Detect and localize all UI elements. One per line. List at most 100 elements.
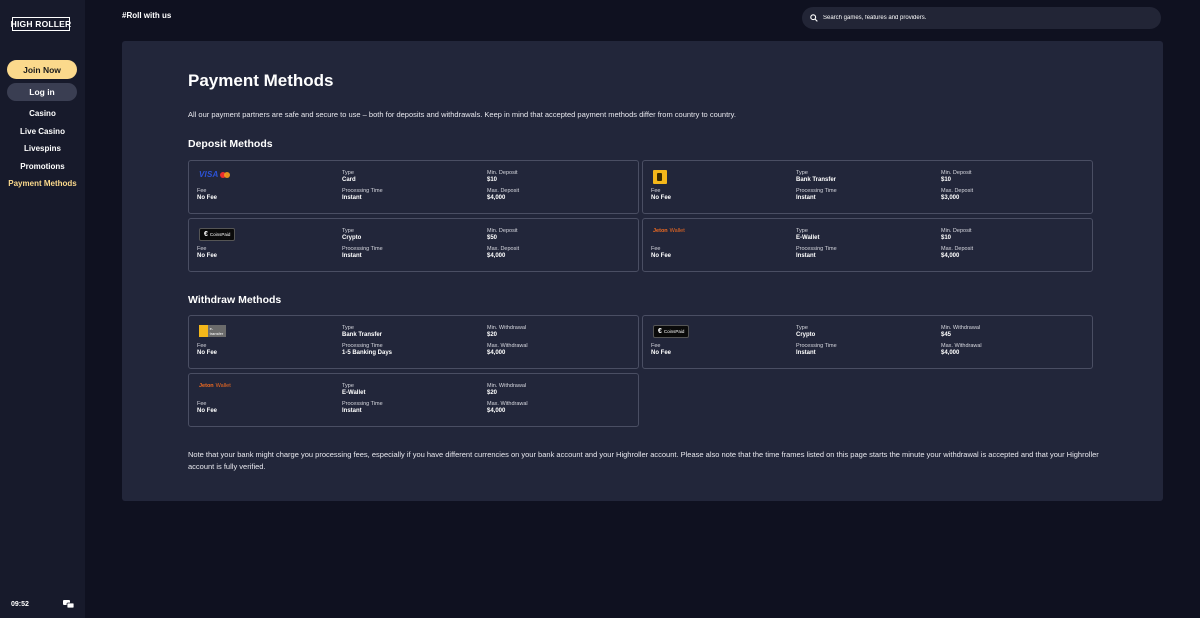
min-amount-label: Min. Withdrawal [941,325,981,331]
processing-label: Processing Time [342,401,383,407]
fee-value: No Fee [197,350,218,356]
max-amount-label: Max. Deposit [941,188,974,194]
type-value: Card [342,177,356,183]
payment-method-card[interactable]: Jeton Wallet Fee No Fee Type E-Wallet Processi… [642,218,1093,272]
type-value: E-Wallet [796,235,820,241]
mastercard-icon [220,171,231,178]
max-amount-value: $4,000 [941,350,960,356]
max-amount-label: Max. Deposit [487,188,520,194]
type-label: Type [796,170,808,176]
jeton-logo-text: Jeton [653,228,668,234]
join-now-button[interactable]: Join Now [7,60,77,79]
note-text: Note that your bank might charge you pro… [188,450,1099,471]
processing-label: Processing Time [342,188,383,194]
fee-label: Fee [197,246,207,252]
type-value: Crypto [342,235,362,241]
type-label: Type [342,228,354,234]
coinspaid-logo-text: CoinsPaid [209,232,231,237]
search-bar[interactable] [802,7,1161,29]
fee-value: No Fee [197,408,218,414]
max-amount-label: Max. Withdrawal [941,343,982,349]
visa-mastercard-logo: VISA [199,170,231,179]
chat-icon[interactable] [63,600,74,609]
sidebar-nav: Casino Live Casino Livespins Promotions … [0,108,85,196]
sidebar-item-casino[interactable]: Casino [0,108,85,126]
processing-value: Instant [796,195,816,201]
trustly-logo: e-transfer [199,325,226,337]
sidebar: HIGH ROLLER Join Now Log in Casino Live … [0,0,85,618]
max-amount-value: $3,000 [941,195,960,201]
processing-value: Instant [796,253,816,259]
sidebar-item-livespins[interactable]: Livespins [0,143,85,161]
min-amount-label: Min. Withdrawal [487,383,527,389]
processing-value: Instant [342,408,362,414]
fee-value: No Fee [651,350,672,356]
trustly-logo [653,170,667,184]
search-input[interactable] [823,15,1123,21]
fee-label: Fee [197,401,207,407]
fee-value: No Fee [197,195,218,201]
coinspaid-logo: € CoinsPaid [199,228,236,241]
min-amount-value: $10 [487,177,498,183]
payment-method-card[interactable]: € CoinsPaid Fee No Fee Type Crypto Processing … [188,218,639,272]
sidebar-item-live-casino[interactable]: Live Casino [0,126,85,144]
type-label: Type [342,325,354,331]
processing-value: Instant [342,253,362,259]
type-value: Bank Transfer [342,332,383,338]
payment-method-card[interactable]: e-transfer Fee No Fee Type Bank Transfer Proc… [188,315,639,369]
coinspaid-logo: € CoinsPaid [653,325,690,338]
processing-value: Instant [796,350,816,356]
tagline: #Roll with us [122,11,172,20]
type-label: Type [342,170,354,176]
processing-label: Processing Time [342,343,383,349]
high-roller-logo[interactable]: HIGH ROLLER [11,17,71,31]
fee-label: Fee [197,343,207,349]
search-icon [810,14,818,22]
fee-label: Fee [651,246,661,252]
max-amount-label: Max. Deposit [487,246,520,252]
processing-label: Processing Time [796,246,837,252]
min-amount-value: $50 [487,235,498,241]
visa-logo-text: VISA [199,170,219,179]
min-amount-value: $45 [941,332,952,338]
max-amount-value: $4,000 [487,408,506,414]
content-panel: Payment Methods All our payment partners… [122,41,1163,501]
type-label: Type [342,383,354,389]
sidebar-item-payment-methods[interactable]: Payment Methods [0,178,85,196]
type-value: Crypto [796,332,816,338]
fee-value: No Fee [651,195,672,201]
jeton-logo-text: Jeton [199,383,214,389]
min-amount-value: $10 [941,235,952,241]
payment-method-card[interactable]: VISA Fee No Fee Type Card Processing Time Inst… [188,160,639,214]
payment-method-card[interactable]: Fee No Fee Type Bank Transfer Processing Tim… [642,160,1093,214]
jeton-logo-sub: Wallet [215,383,231,389]
max-amount-label: Max. Withdrawal [487,401,528,407]
processing-value: Instant [342,195,362,201]
payment-method-card[interactable]: Jeton Wallet Fee No Fee Type E-Wallet Processi… [188,373,639,427]
clock-time: 09:52 [11,601,29,608]
login-button[interactable]: Log in [7,83,77,101]
type-label: Type [796,325,808,331]
payment-method-card[interactable]: € CoinsPaid Fee No Fee Type Crypto Processing … [642,315,1093,369]
min-amount-value: $20 [487,390,498,396]
type-value: Bank Transfer [796,177,837,183]
min-amount-label: Min. Deposit [487,228,518,234]
max-amount-value: $4,000 [487,253,506,259]
max-amount-value: $4,000 [487,195,506,201]
sidebar-item-promotions[interactable]: Promotions [0,161,85,179]
fee-label: Fee [651,188,661,194]
max-amount-label: Max. Withdrawal [487,343,528,349]
min-amount-label: Min. Deposit [941,170,972,176]
type-label: Type [796,228,808,234]
deposit-methods-title: Deposit Methods [188,138,273,150]
min-amount-label: Min. Withdrawal [487,325,527,331]
intro-text: All our payment partners are safe and se… [188,110,736,119]
coinspaid-logo-text: CoinsPaid [663,329,685,334]
fee-label: Fee [651,343,661,349]
type-value: E-Wallet [342,390,366,396]
fee-value: No Fee [197,253,218,259]
min-amount-label: Min. Deposit [941,228,972,234]
fee-value: No Fee [651,253,672,259]
jeton-logo: Jeton Wallet [199,383,231,389]
min-amount-label: Min. Deposit [487,170,518,176]
